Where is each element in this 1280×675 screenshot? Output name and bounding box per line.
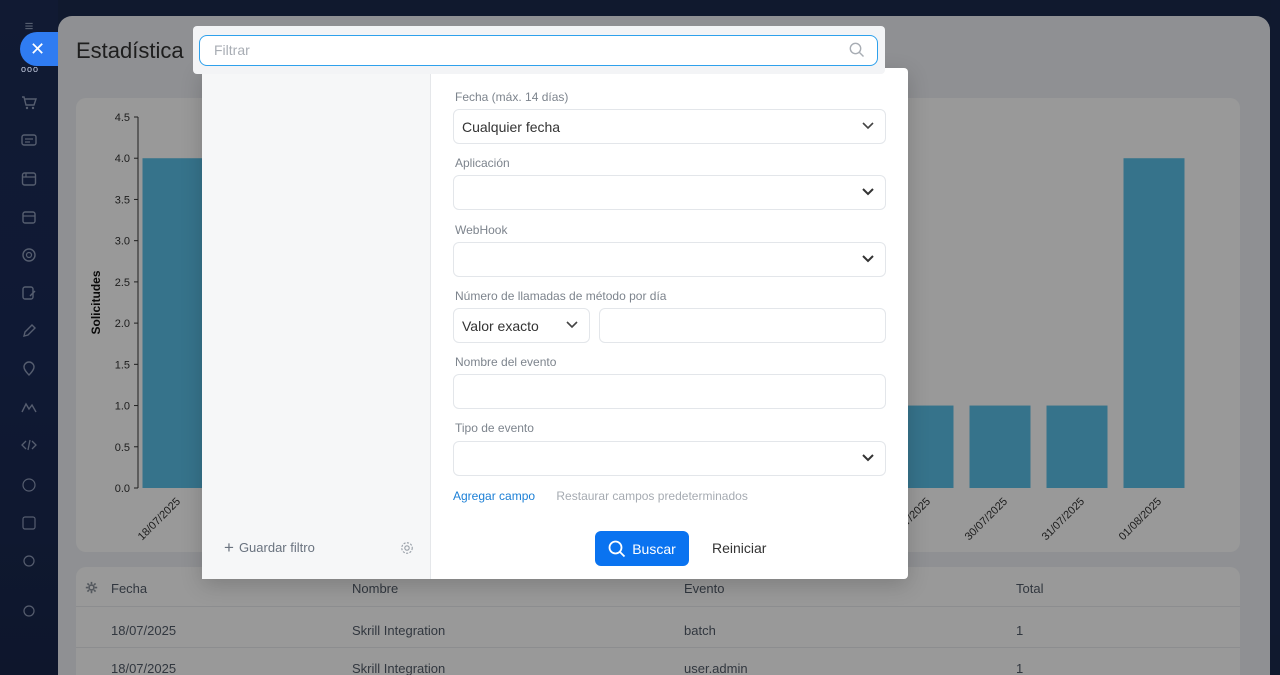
date-select[interactable]: Cualquier fecha	[453, 109, 886, 144]
event-name-field-label: Nombre del evento	[455, 355, 557, 369]
save-filter-label: Guardar filtro	[238, 540, 315, 555]
search-button[interactable]: Buscar	[595, 531, 689, 566]
search-icon	[608, 540, 626, 557]
gear-icon[interactable]	[400, 541, 414, 560]
filter-presets-sidebar: + Guardar filtro	[202, 68, 431, 579]
method-calls-value-input[interactable]	[599, 308, 886, 343]
filter-search-input[interactable]	[214, 36, 834, 64]
chevron-down-icon	[862, 188, 874, 196]
save-filter-button[interactable]: + Guardar filtro	[224, 538, 315, 557]
search-button-label: Buscar	[632, 540, 676, 557]
restore-fields-link[interactable]: Restaurar campos predeterminados	[556, 489, 747, 503]
method-calls-operator-select[interactable]: Valor exacto	[453, 308, 590, 343]
date-select-value: Cualquier fecha	[462, 119, 561, 135]
reset-button[interactable]: Reiniciar	[712, 540, 766, 556]
webhook-field-label: WebHook	[455, 223, 508, 237]
chevron-down-icon	[862, 454, 874, 462]
webhook-select[interactable]	[453, 242, 886, 277]
chevron-down-icon	[862, 255, 874, 263]
chevron-down-icon	[566, 321, 578, 329]
event-type-field-label: Tipo de evento	[455, 421, 534, 435]
event-name-input[interactable]	[453, 374, 886, 409]
plus-icon: +	[224, 538, 234, 557]
method-calls-operator-value: Valor exacto	[462, 318, 539, 334]
filter-search-field[interactable]	[199, 35, 878, 66]
filter-search-bar	[193, 26, 885, 74]
event-type-select[interactable]	[453, 441, 886, 476]
date-field-label: Fecha (máx. 14 días)	[455, 90, 569, 104]
filter-panel: + Guardar filtro Fecha (máx. 14 días) Cu…	[202, 68, 908, 579]
add-field-link[interactable]: Agregar campo	[453, 489, 535, 503]
close-icon[interactable]: ✕	[20, 32, 58, 66]
field-links: Agregar campo Restaurar campos predeterm…	[453, 489, 748, 503]
application-select[interactable]	[453, 175, 886, 210]
nav-dots-label: ooo	[21, 64, 40, 74]
search-icon[interactable]	[849, 42, 865, 58]
method-calls-field-label: Número de llamadas de método por día	[455, 289, 667, 303]
chevron-down-icon	[862, 122, 874, 130]
application-field-label: Aplicación	[455, 156, 510, 170]
